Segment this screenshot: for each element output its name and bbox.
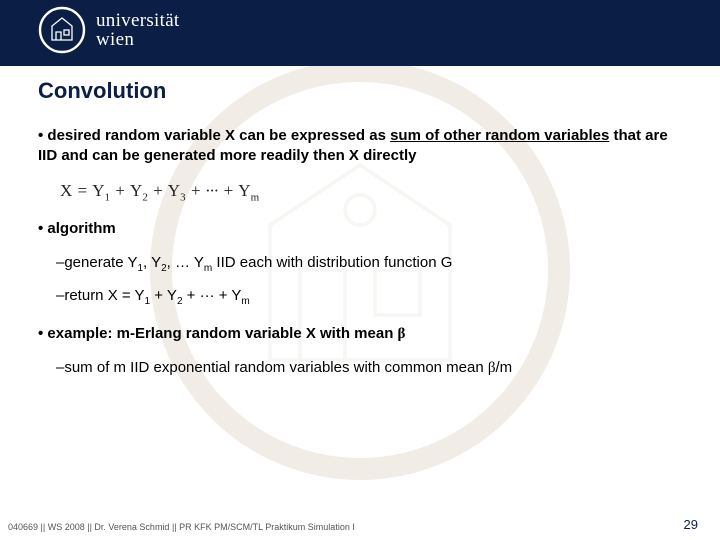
subscript-m: m [204,263,212,274]
symbol-beta: β [398,326,406,342]
uni-name-line1: universität [96,11,180,30]
sub-generate: –generate Y1, Y2, … Ym IID each with dis… [56,253,682,276]
symbol-beta: β [488,360,496,376]
formula-sum: X = Y1 + Y2 + Y3 + ··· + Ym [60,181,682,203]
slide-title: Convolution [38,78,682,104]
slide-header: universität wien [0,0,720,66]
text-fragment: • example: m-Erlang random variable X wi… [38,325,398,342]
text-fragment: –return X = Y [56,287,145,304]
uni-name-line2: wien [96,30,180,49]
text-fragment: –sum of m IID exponential random variabl… [56,359,488,376]
university-logo: universität wien [38,6,180,54]
sub-return: –return X = Y1 + Y2 + ··· + Ym [56,286,682,309]
university-seal-icon [38,6,86,54]
text-fragment: + ··· + Y [183,287,242,304]
text-fragment: IID each with distribution function G [212,254,452,271]
text-fragment: , Y [143,254,161,271]
slide-content: Convolution • desired random variable X … [0,78,720,379]
text-fragment: • desired random variable X can be expre… [38,127,390,144]
bullet-example: • example: m-Erlang random variable X wi… [38,324,682,344]
footer-text: 040669 || WS 2008 || Dr. Verena Schmid |… [8,522,355,532]
text-fragment: + Y [150,287,177,304]
text-fragment: , … Y [167,254,204,271]
bullet-algorithm: • algorithm [38,219,682,239]
sub-example-detail: –sum of m IID exponential random variabl… [56,358,682,378]
bullet-desired-variable: • desired random variable X can be expre… [38,126,682,167]
text-underlined: sum of other random variables [390,127,609,144]
subscript-m: m [241,296,249,307]
university-name: universität wien [96,11,180,50]
text-fragment: –generate Y [56,254,137,271]
slide-footer: 040669 || WS 2008 || Dr. Verena Schmid |… [0,517,720,532]
page-number: 29 [684,517,698,532]
text-fragment: /m [496,359,513,376]
